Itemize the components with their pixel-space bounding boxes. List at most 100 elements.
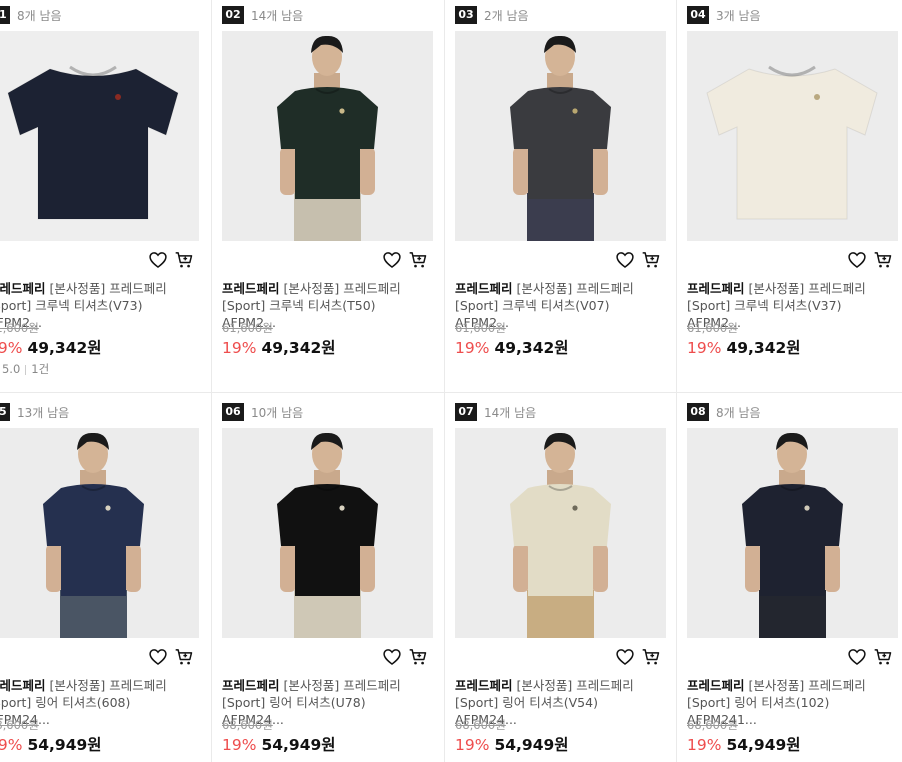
heart-icon[interactable] [847,250,867,270]
original-price: 61,600원 [222,321,273,335]
sale-price: 49,342원 [494,339,569,357]
card-actions [847,647,893,667]
card-actions [148,250,194,270]
price-row: 19%49,342원 [0,336,102,358]
heart-icon[interactable] [615,250,635,270]
product-image[interactable] [0,31,199,241]
cart-icon[interactable] [873,647,893,667]
review-count: 1건 [31,362,50,376]
cart-icon[interactable] [641,250,661,270]
rank-row: 02 14개 남음 [222,6,303,24]
price-row: 19%49,342원 [455,336,569,358]
product-grid: 01 8개 남음 프레드페리 [본사정품] 프레드페리[Sport] 크루넥 티… [0,0,902,762]
stock-remaining: 14개 남음 [484,405,537,420]
product-image[interactable] [455,31,666,241]
heart-icon[interactable] [615,647,635,667]
rank-badge: 08 [687,403,709,421]
discount-rate: 19% [687,736,722,754]
rating-row: ★ 5.01건 [0,361,49,377]
original-price: 61,600원 [687,321,738,335]
price-row: 19%54,949원 [0,733,102,755]
sale-price: 54,949원 [27,736,102,754]
price-row: 19%54,949원 [222,733,336,755]
cart-icon[interactable] [408,250,428,270]
sale-price: 49,342원 [27,339,102,357]
stock-remaining: 13개 남음 [17,405,70,420]
price-row: 19%49,342원 [222,336,336,358]
brand-name: 프레드페리 [222,678,280,693]
cart-icon[interactable] [873,250,893,270]
stock-remaining: 8개 남음 [716,405,761,420]
cart-icon[interactable] [174,250,194,270]
sale-price: 54,949원 [494,736,569,754]
discount-rate: 19% [222,339,257,357]
brand-name: 프레드페리 [455,281,513,296]
rank-row: 03 2개 남음 [455,6,529,24]
original-price: 68,600원 [687,718,738,732]
discount-rate: 19% [222,736,257,754]
heart-icon[interactable] [148,250,168,270]
brand-name: 프레드페리 [687,281,745,296]
product-image[interactable] [687,31,898,241]
heart-icon[interactable] [847,647,867,667]
sale-price: 49,342원 [261,339,336,357]
sale-price: 54,949원 [726,736,801,754]
stock-remaining: 8개 남음 [17,8,62,23]
brand-name: 프레드페리 [455,678,513,693]
heart-icon[interactable] [382,647,402,667]
card-actions [148,647,194,667]
brand-name: 프레드페리 [687,678,745,693]
price-row: 19%49,342원 [687,336,801,358]
stock-remaining: 10개 남음 [251,405,304,420]
card-actions [382,647,428,667]
cart-icon[interactable] [174,647,194,667]
price-row: 19%54,949원 [455,733,569,755]
rank-badge: 01 [0,6,10,24]
discount-rate: 19% [0,736,23,754]
original-price: 68,600원 [455,718,506,732]
sale-price: 49,342원 [726,339,801,357]
brand-name: 프레드페리 [222,281,280,296]
rank-badge: 06 [222,403,244,421]
rank-row: 08 8개 남음 [687,403,761,421]
rank-badge: 02 [222,6,244,24]
rank-row: 05 13개 남음 [0,403,69,421]
product-image[interactable] [687,428,898,638]
card-actions [615,647,661,667]
card-actions [847,250,893,270]
column-divider [444,0,445,762]
rank-badge: 07 [455,403,477,421]
cart-icon[interactable] [408,647,428,667]
rank-badge: 04 [687,6,709,24]
row-divider [0,392,902,393]
divider [25,364,27,375]
stock-remaining: 2개 남음 [484,8,529,23]
brand-name: 프레드페리 [0,678,46,693]
product-image[interactable] [222,31,433,241]
discount-rate: 19% [455,339,490,357]
rank-row: 07 14개 남음 [455,403,536,421]
brand-name: 프레드페리 [0,281,46,296]
cart-icon[interactable] [641,647,661,667]
original-price: 61,600원 [0,321,39,335]
original-price: 68,600원 [0,718,39,732]
product-image[interactable] [222,428,433,638]
rank-row: 01 8개 남음 [0,6,62,24]
card-actions [615,250,661,270]
column-divider [676,0,677,762]
rating-value: 5.0 [1,362,21,376]
price-row: 19%54,949원 [687,733,801,755]
discount-rate: 19% [0,339,23,357]
discount-rate: 19% [687,339,722,357]
heart-icon[interactable] [382,250,402,270]
heart-icon[interactable] [148,647,168,667]
product-image[interactable] [0,428,199,638]
card-actions [382,250,428,270]
rank-row: 04 3개 남음 [687,6,761,24]
rank-row: 06 10개 남음 [222,403,303,421]
rank-badge: 05 [0,403,10,421]
original-price: 68,600원 [222,718,273,732]
stock-remaining: 14개 남음 [251,8,304,23]
product-image[interactable] [455,428,666,638]
sale-price: 54,949원 [261,736,336,754]
